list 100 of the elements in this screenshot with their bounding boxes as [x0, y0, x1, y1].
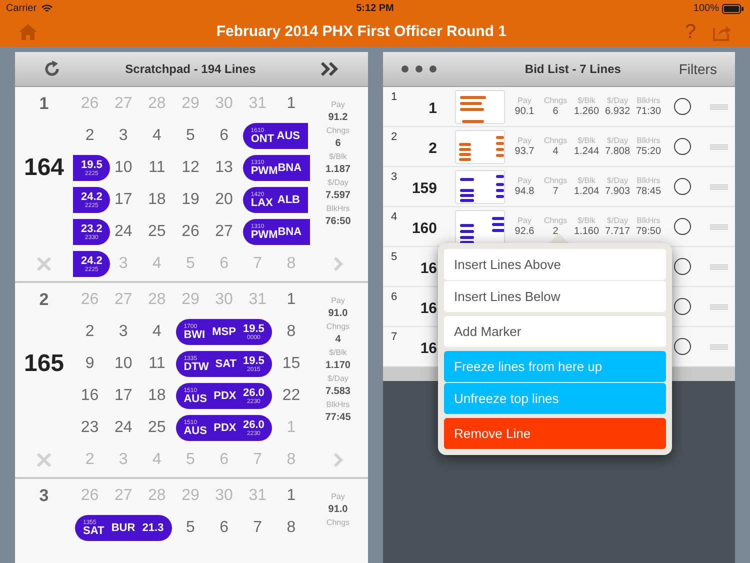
trip-pay: 19.5 [81, 160, 102, 170]
stat-value: 2 [552, 226, 558, 238]
calendar-day: 2 [85, 124, 94, 148]
stat-label: Chngs [326, 126, 350, 136]
stat-value: 78:45 [636, 186, 662, 198]
menu-item[interactable]: Remove Line [444, 418, 666, 449]
calendar-day: 5 [186, 448, 195, 472]
bid-list-row[interactable]: 3 159 Pay 94.8 Chngs 7 $/Blk 1.204 $/Day 7.903 BlkHrs 78:45 [383, 167, 735, 207]
home-icon[interactable] [18, 23, 38, 41]
trip-pay: 24.2 [81, 256, 102, 266]
stat-value: 4 [335, 334, 341, 346]
drag-handle-icon[interactable] [710, 344, 728, 350]
wifi-icon [40, 4, 53, 13]
calendar-day: 28 [148, 92, 166, 116]
stat-value: 1.244 [574, 146, 600, 158]
airport-code: MSP [212, 326, 236, 338]
radio-button[interactable] [674, 218, 691, 235]
calendar-day: 6 [220, 516, 229, 540]
line-number: 164 [24, 153, 64, 183]
airport-code: BNA [278, 162, 302, 174]
calendar-day: 17 [114, 188, 132, 212]
drag-handle-icon[interactable] [710, 224, 728, 230]
panel-title: Bid List - 7 Lines [524, 61, 621, 78]
radio-button[interactable] [674, 338, 691, 355]
stat-label: $/Blk [578, 215, 596, 226]
calendar-day: 24 [114, 416, 132, 440]
stat-label: $/Blk [578, 135, 596, 146]
stat-label: Chngs [544, 175, 568, 186]
calendar-day: 27 [215, 220, 233, 244]
chevron-right-icon[interactable] [333, 256, 343, 272]
menu-item[interactable]: Insert Lines Above [444, 249, 666, 280]
calendar-day: 27 [114, 288, 132, 312]
status-time: 5:12 PM [356, 2, 394, 16]
bid-list-row[interactable]: 2 2 Pay 93.7 Chngs 4 $/Blk 1.244 $/Day 7.808 BlkHrs 75:20 [383, 127, 735, 167]
line-number: 16 [419, 338, 437, 358]
calendar-day: 24 [114, 220, 132, 244]
stat-label: BlkHrs [636, 215, 660, 226]
airport-code: LAX [250, 198, 273, 208]
stat-value: 1.160 [574, 226, 600, 238]
airport-code: AUS [184, 394, 207, 404]
stat-value: 93.7 [514, 146, 534, 158]
airport-code: ONT [250, 134, 274, 144]
stat-value: 91.2 [328, 112, 348, 124]
refresh-icon[interactable] [43, 60, 61, 78]
stat-value: 1.187 [325, 164, 350, 176]
calendar-day: 3 [118, 124, 128, 148]
calendar-day: 7 [253, 516, 262, 540]
calendar-day: 12 [182, 156, 200, 180]
calendar-day: 31 [248, 92, 267, 116]
stat-value: 7.717 [604, 226, 630, 238]
chevron-right-icon[interactable] [333, 452, 343, 468]
stat-label: BlkHrs [326, 204, 350, 214]
airport-code: PWM [250, 230, 278, 240]
more-icon[interactable] [401, 65, 437, 73]
share-icon[interactable] [712, 23, 732, 41]
bid-list-row[interactable]: 1 1 Pay 90.1 Chngs 6 $/Blk 1.260 $/Day 6.932 BlkHrs 71:30 [383, 87, 735, 127]
row-index: 1 [391, 90, 398, 105]
line-number: 159 [410, 178, 437, 198]
drag-handle-icon[interactable] [710, 144, 728, 150]
line-number: 16 [419, 258, 437, 278]
line-number: 16 [419, 298, 437, 318]
drag-handle-icon[interactable] [710, 104, 728, 110]
calendar-day: 8 [286, 448, 296, 472]
calendar-day: 27 [114, 484, 132, 508]
airport-code: PWM [250, 166, 278, 176]
trip-pay: 19.5 [243, 356, 264, 366]
menu-item[interactable]: Insert Lines Below [444, 281, 666, 312]
airport-code: PDX [214, 422, 236, 434]
stat-value: 7 [552, 186, 558, 198]
airport-code: BNA [278, 226, 302, 238]
close-icon[interactable] [36, 256, 52, 272]
line-index: 3 [39, 485, 49, 508]
drag-handle-icon[interactable] [710, 184, 728, 190]
calendar-day: 19 [182, 188, 200, 212]
calendar-day: 29 [182, 288, 200, 312]
calendar-day: 3 [118, 448, 128, 472]
calendar-day: 26 [80, 92, 99, 116]
close-icon[interactable] [36, 452, 52, 468]
row-index: 3 [391, 170, 398, 185]
double-chevron-icon[interactable] [320, 61, 340, 77]
panel-title: Scratchpad - 194 Lines [125, 61, 256, 78]
stat-value: 90.1 [514, 106, 534, 118]
stat-label: $/Day [607, 95, 628, 106]
line-number: 160 [410, 218, 437, 238]
calendar-day: 26 [80, 484, 99, 508]
radio-button[interactable] [674, 298, 691, 315]
radio-button[interactable] [674, 138, 691, 155]
stat-value: 77:45 [325, 412, 351, 424]
stat-label: Chngs [544, 135, 568, 146]
filters-button[interactable]: Filters [678, 58, 717, 80]
menu-item[interactable]: Add Marker [444, 316, 666, 347]
radio-button[interactable] [674, 178, 691, 195]
radio-button[interactable] [674, 98, 691, 115]
calendar-day: 29 [182, 92, 200, 116]
radio-button[interactable] [674, 258, 691, 275]
trip-pay: 19.5 [243, 324, 264, 334]
drag-handle-icon[interactable] [710, 304, 728, 310]
calendar-day: 3 [118, 320, 128, 344]
calendar-day: 5 [186, 252, 195, 276]
drag-handle-icon[interactable] [710, 264, 728, 270]
